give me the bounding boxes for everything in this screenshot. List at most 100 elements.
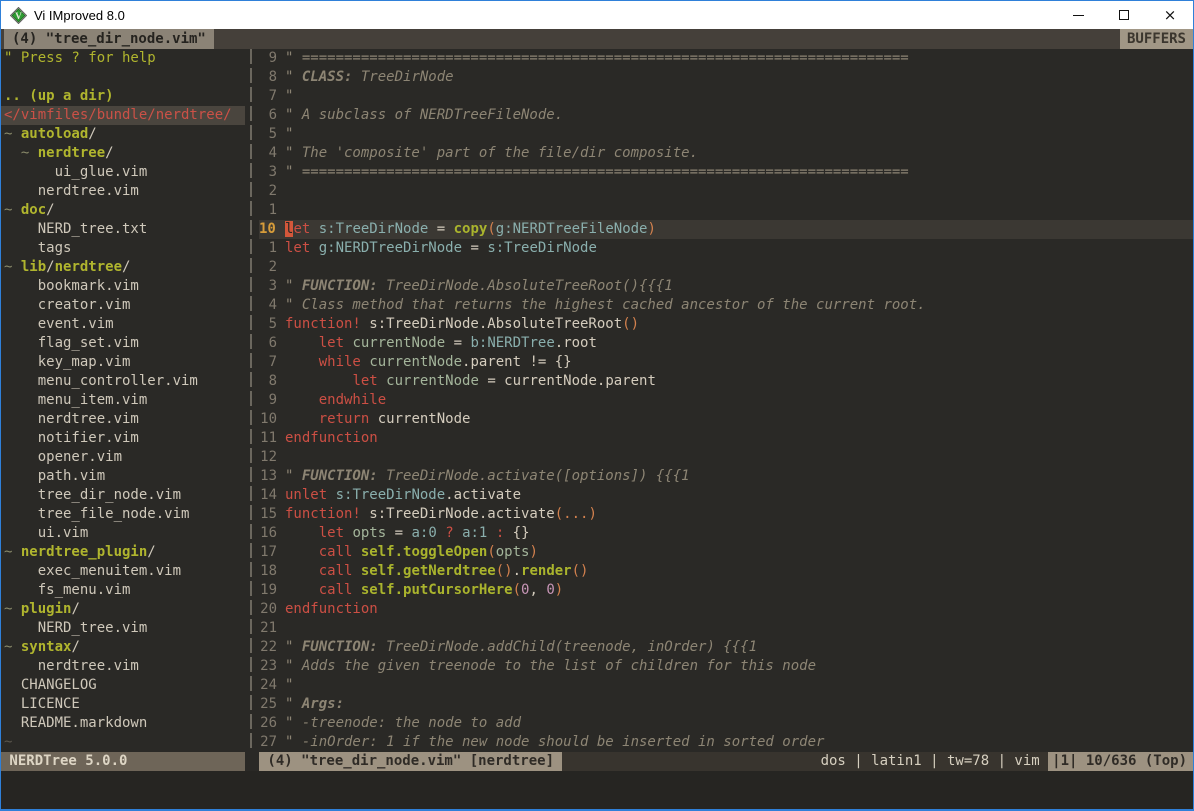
tree-item[interactable]: LICENCE <box>4 695 245 714</box>
statusline-options: dos | latin1 | tw=78 | vim <box>821 752 1049 771</box>
code-line[interactable]: 12 <box>259 448 1193 467</box>
line-number: 27 <box>259 733 285 752</box>
tree-item[interactable]: ui.vim <box>4 524 245 543</box>
tree-item[interactable]: exec_menuitem.vim <box>4 562 245 581</box>
tree-item[interactable]: tree_dir_node.vim <box>4 486 245 505</box>
code-line[interactable]: 6 let currentNode = b:NERDTree.root <box>259 334 1193 353</box>
code-line[interactable]: 8 let currentNode = currentNode.parent <box>259 372 1193 391</box>
code-text <box>285 619 293 638</box>
code-text: let s:TreeDirNode = copy(g:NERDTreeFileN… <box>285 220 656 239</box>
line-number: 16 <box>259 524 285 543</box>
tree-item[interactable]: menu_item.vim <box>4 391 245 410</box>
code-text: " FUNCTION: TreeDirNode.AbsoluteTreeRoot… <box>285 277 673 296</box>
tree-item[interactable]: README.markdown <box>4 714 245 733</box>
code-line[interactable]: 23" Adds the given treenode to the list … <box>259 657 1193 676</box>
code-text: function! s:TreeDirNode.activate(...) <box>285 505 597 524</box>
code-line[interactable]: 21 <box>259 619 1193 638</box>
title-bar: V Vi IMproved 8.0 × <box>1 1 1193 29</box>
code-line[interactable]: 2 <box>259 258 1193 277</box>
code-line[interactable]: 2 <box>259 182 1193 201</box>
code-line[interactable]: 4" The 'composite' part of the file/dir … <box>259 144 1193 163</box>
code-line[interactable]: 25" Args: <box>259 695 1193 714</box>
code-line[interactable]: 8" CLASS: TreeDirNode <box>259 68 1193 87</box>
statusline-fill <box>562 752 820 771</box>
code-line[interactable]: 26" -treenode: the node to add <box>259 714 1193 733</box>
code-line[interactable]: 27" -inOrder: 1 if the new node should b… <box>259 733 1193 752</box>
tree-item[interactable]: ~ nerdtree/ <box>4 144 245 163</box>
tree-item[interactable]: ~ plugin/ <box>4 600 245 619</box>
tree-item[interactable]: menu_controller.vim <box>4 372 245 391</box>
tree-item[interactable]: nerdtree.vim <box>4 182 245 201</box>
tree-item[interactable]: ui_glue.vim <box>4 163 245 182</box>
tree-item[interactable]: ~ <box>4 733 245 752</box>
code-line[interactable]: 20endfunction <box>259 600 1193 619</box>
code-line[interactable]: 1let g:NERDTreeDirNode = s:TreeDirNode <box>259 239 1193 258</box>
tree-item[interactable]: nerdtree.vim <box>4 410 245 429</box>
tree-item[interactable]: NERD_tree.txt <box>4 220 245 239</box>
tree-item[interactable]: ~ doc/ <box>4 201 245 220</box>
tree-item[interactable]: tree_file_node.vim <box>4 505 245 524</box>
code-line[interactable]: 1 <box>259 201 1193 220</box>
code-line[interactable]: 5function! s:TreeDirNode.AbsoluteTreeRoo… <box>259 315 1193 334</box>
tree-item[interactable]: opener.vim <box>4 448 245 467</box>
tree-item[interactable]: tags <box>4 239 245 258</box>
tab-tree-dir-node[interactable]: (4) "tree_dir_node.vim" <box>4 29 214 49</box>
tree-item[interactable]: bookmark.vim <box>4 277 245 296</box>
tree-item[interactable]: creator.vim <box>4 296 245 315</box>
vim-icon: V <box>10 7 27 24</box>
tree-item[interactable]: nerdtree.vim <box>4 657 245 676</box>
code-line[interactable]: 6" A subclass of NERDTreeFileNode. <box>259 106 1193 125</box>
statusline-filename: (4) "tree_dir_node.vim" [nerdtree] <box>259 752 562 771</box>
line-number: 13 <box>259 467 285 486</box>
tree-item[interactable]: event.vim <box>4 315 245 334</box>
maximize-button[interactable] <box>1101 1 1147 29</box>
code-line[interactable]: 9" =====================================… <box>259 49 1193 68</box>
line-number: 1 <box>259 239 285 258</box>
close-button[interactable]: × <box>1147 1 1193 29</box>
code-line[interactable]: 19 call self.putCursorHere(0, 0) <box>259 581 1193 600</box>
nerdtree-root-path[interactable]: </vimfiles/bundle/nerdtree/ <box>1 106 245 125</box>
code-line[interactable]: 10 return currentNode <box>259 410 1193 429</box>
tree-item[interactable] <box>4 68 245 87</box>
tree-item[interactable]: notifier.vim <box>4 429 245 448</box>
code-line[interactable]: 16 let opts = a:0 ? a:1 : {} <box>259 524 1193 543</box>
code-text: " Adds the given treenode to the list of… <box>285 657 816 676</box>
command-line[interactable] <box>1 771 1193 809</box>
code-line[interactable]: 17 call self.toggleOpen(opts) <box>259 543 1193 562</box>
line-number: 7 <box>259 87 285 106</box>
tree-item[interactable]: ~ autoload/ <box>4 125 245 144</box>
tree-item[interactable]: NERD_tree.vim <box>4 619 245 638</box>
code-line[interactable]: 3" FUNCTION: TreeDirNode.AbsoluteTreeRoo… <box>259 277 1193 296</box>
tree-item[interactable]: " Press ? for help <box>4 49 245 68</box>
code-line[interactable]: 5" <box>259 125 1193 144</box>
tree-item[interactable]: flag_set.vim <box>4 334 245 353</box>
code-line[interactable]: 4" Class method that returns the highest… <box>259 296 1193 315</box>
tree-item[interactable]: ~ syntax/ <box>4 638 245 657</box>
code-line[interactable]: 9 endwhile <box>259 391 1193 410</box>
tree-item[interactable]: key_map.vim <box>4 353 245 372</box>
code-line[interactable]: 3" =====================================… <box>259 163 1193 182</box>
code-text <box>285 448 293 467</box>
code-line[interactable]: 7 while currentNode.parent != {} <box>259 353 1193 372</box>
window-separator[interactable] <box>245 49 259 752</box>
tree-item[interactable]: CHANGELOG <box>4 676 245 695</box>
code-line[interactable]: 18 call self.getNerdtree().render() <box>259 562 1193 581</box>
minimize-button[interactable] <box>1055 1 1101 29</box>
tree-item[interactable]: ~ lib/nerdtree/ <box>4 258 245 277</box>
code-line[interactable]: 15function! s:TreeDirNode.activate(...) <box>259 505 1193 524</box>
code-line-current[interactable]: 10let s:TreeDirNode = copy(g:NERDTreeFil… <box>259 220 1193 239</box>
code-line[interactable]: 24" <box>259 676 1193 695</box>
line-number: 10 <box>259 220 285 239</box>
tree-item[interactable]: ~ nerdtree_plugin/ <box>4 543 245 562</box>
tree-item[interactable]: path.vim <box>4 467 245 486</box>
code-line[interactable]: 22" FUNCTION: TreeDirNode.addChild(treen… <box>259 638 1193 657</box>
code-text: let currentNode = currentNode.parent <box>285 372 656 391</box>
line-number: 1 <box>259 201 285 220</box>
tree-item[interactable]: fs_menu.vim <box>4 581 245 600</box>
code-line[interactable]: 7" <box>259 87 1193 106</box>
code-line[interactable]: 11endfunction <box>259 429 1193 448</box>
code-line[interactable]: 14unlet s:TreeDirNode.activate <box>259 486 1193 505</box>
tree-item[interactable]: .. (up a dir) <box>4 87 245 106</box>
code-text: " ======================================… <box>285 49 909 68</box>
code-line[interactable]: 13" FUNCTION: TreeDirNode.activate([opti… <box>259 467 1193 486</box>
